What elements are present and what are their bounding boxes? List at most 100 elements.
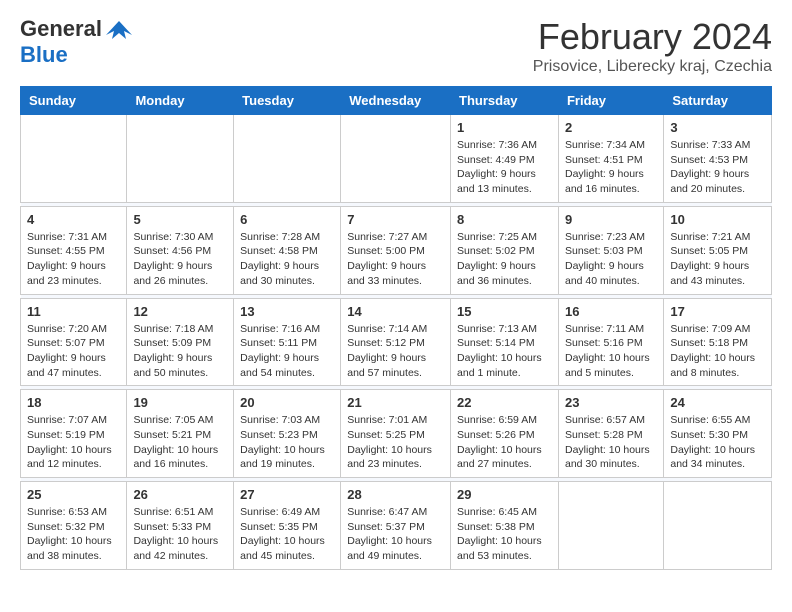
day-number: 23 <box>565 395 657 410</box>
day-number: 27 <box>240 487 334 502</box>
header: General Blue February 2024 Prisovice, Li… <box>20 16 772 76</box>
calendar-cell: 25 Sunrise: 6:53 AM Sunset: 5:32 PM Dayli… <box>21 482 127 570</box>
calendar-cell: 23 Sunrise: 6:57 AM Sunset: 5:28 PM Dayli… <box>558 390 663 478</box>
day-info: Sunrise: 7:30 AM Sunset: 4:56 PM Dayligh… <box>133 230 227 289</box>
logo-text: General <box>20 16 134 42</box>
calendar-cell: 21 Sunrise: 7:01 AM Sunset: 5:25 PM Dayli… <box>341 390 451 478</box>
day-number: 15 <box>457 304 552 319</box>
day-number: 9 <box>565 212 657 227</box>
day-number: 4 <box>27 212 120 227</box>
day-info: Sunrise: 7:20 AM Sunset: 5:07 PM Dayligh… <box>27 322 120 381</box>
calendar-cell <box>127 115 234 203</box>
logo-general-text: General <box>20 16 102 42</box>
day-number: 8 <box>457 212 552 227</box>
calendar-day-header: Tuesday <box>234 87 341 115</box>
day-info: Sunrise: 6:57 AM Sunset: 5:28 PM Dayligh… <box>565 413 657 472</box>
logo: General Blue <box>20 16 134 68</box>
calendar-cell: 13Sunrise: 7:16 AM Sunset: 5:11 PM Dayli… <box>234 298 341 386</box>
day-info: Sunrise: 6:45 AM Sunset: 5:38 PM Dayligh… <box>457 505 552 564</box>
day-number: 21 <box>347 395 444 410</box>
calendar-cell: 16 Sunrise: 7:11 AM Sunset: 5:16 PM Dayli… <box>558 298 663 386</box>
day-number: 1 <box>457 120 552 135</box>
day-info: Sunrise: 7:14 AM Sunset: 5:12 PM Dayligh… <box>347 322 444 381</box>
calendar-cell <box>558 482 663 570</box>
calendar-cell: 4 Sunrise: 7:31 AM Sunset: 4:55 PM Daylig… <box>21 206 127 294</box>
calendar-cell: 18 Sunrise: 7:07 AM Sunset: 5:19 PM Dayli… <box>21 390 127 478</box>
day-number: 14 <box>347 304 444 319</box>
week-row: 1 Sunrise: 7:36 AM Sunset: 4:49 PM Daylig… <box>21 115 772 203</box>
calendar-cell: 28Sunrise: 6:47 AM Sunset: 5:37 PM Dayli… <box>341 482 451 570</box>
day-info: Sunrise: 7:25 AM Sunset: 5:02 PM Dayligh… <box>457 230 552 289</box>
day-info: Sunrise: 7:34 AM Sunset: 4:51 PM Dayligh… <box>565 138 657 197</box>
calendar-cell: 29 Sunrise: 6:45 AM Sunset: 5:38 PM Dayli… <box>451 482 559 570</box>
calendar-day-header: Saturday <box>664 87 772 115</box>
calendar-cell: 17 Sunrise: 7:09 AM Sunset: 5:18 PM Dayli… <box>664 298 772 386</box>
calendar-cell: 14 Sunrise: 7:14 AM Sunset: 5:12 PM Dayli… <box>341 298 451 386</box>
week-row: 11Sunrise: 7:20 AM Sunset: 5:07 PM Dayli… <box>21 298 772 386</box>
day-info: Sunrise: 7:27 AM Sunset: 5:00 PM Dayligh… <box>347 230 444 289</box>
calendar-cell: 11Sunrise: 7:20 AM Sunset: 5:07 PM Dayli… <box>21 298 127 386</box>
logo-icon <box>104 17 134 41</box>
week-row: 25 Sunrise: 6:53 AM Sunset: 5:32 PM Dayli… <box>21 482 772 570</box>
day-number: 16 <box>565 304 657 319</box>
calendar-cell: 27 Sunrise: 6:49 AM Sunset: 5:35 PM Dayli… <box>234 482 341 570</box>
day-number: 29 <box>457 487 552 502</box>
calendar-cell: 2 Sunrise: 7:34 AM Sunset: 4:51 PM Daylig… <box>558 115 663 203</box>
day-number: 3 <box>670 120 765 135</box>
day-number: 12 <box>133 304 227 319</box>
week-row: 18 Sunrise: 7:07 AM Sunset: 5:19 PM Dayli… <box>21 390 772 478</box>
calendar-cell <box>341 115 451 203</box>
calendar-cell: 6 Sunrise: 7:28 AM Sunset: 4:58 PM Daylig… <box>234 206 341 294</box>
day-info: Sunrise: 7:31 AM Sunset: 4:55 PM Dayligh… <box>27 230 120 289</box>
day-info: Sunrise: 7:28 AM Sunset: 4:58 PM Dayligh… <box>240 230 334 289</box>
day-info: Sunrise: 6:55 AM Sunset: 5:30 PM Dayligh… <box>670 413 765 472</box>
day-info: Sunrise: 7:11 AM Sunset: 5:16 PM Dayligh… <box>565 322 657 381</box>
day-info: Sunrise: 7:07 AM Sunset: 5:19 PM Dayligh… <box>27 413 120 472</box>
day-number: 5 <box>133 212 227 227</box>
day-number: 17 <box>670 304 765 319</box>
calendar-header-row: SundayMondayTuesdayWednesdayThursdayFrid… <box>21 87 772 115</box>
day-info: Sunrise: 6:53 AM Sunset: 5:32 PM Dayligh… <box>27 505 120 564</box>
calendar-cell: 5 Sunrise: 7:30 AM Sunset: 4:56 PM Daylig… <box>127 206 234 294</box>
calendar-cell <box>234 115 341 203</box>
day-number: 6 <box>240 212 334 227</box>
logo-blue-text: Blue <box>20 42 68 68</box>
calendar-cell: 26 Sunrise: 6:51 AM Sunset: 5:33 PM Dayli… <box>127 482 234 570</box>
calendar-cell: 8 Sunrise: 7:25 AM Sunset: 5:02 PM Daylig… <box>451 206 559 294</box>
day-number: 10 <box>670 212 765 227</box>
calendar-day-header: Sunday <box>21 87 127 115</box>
calendar-cell: 10 Sunrise: 7:21 AM Sunset: 5:05 PM Dayli… <box>664 206 772 294</box>
calendar-cell: 1 Sunrise: 7:36 AM Sunset: 4:49 PM Daylig… <box>451 115 559 203</box>
month-title: February 2024 <box>533 16 772 58</box>
day-info: Sunrise: 7:05 AM Sunset: 5:21 PM Dayligh… <box>133 413 227 472</box>
title-block: February 2024 Prisovice, Liberecky kraj,… <box>533 16 772 76</box>
day-number: 24 <box>670 395 765 410</box>
day-info: Sunrise: 7:21 AM Sunset: 5:05 PM Dayligh… <box>670 230 765 289</box>
day-number: 2 <box>565 120 657 135</box>
day-info: Sunrise: 6:49 AM Sunset: 5:35 PM Dayligh… <box>240 505 334 564</box>
calendar-cell: 22Sunrise: 6:59 AM Sunset: 5:26 PM Dayli… <box>451 390 559 478</box>
day-info: Sunrise: 7:01 AM Sunset: 5:25 PM Dayligh… <box>347 413 444 472</box>
day-info: Sunrise: 7:18 AM Sunset: 5:09 PM Dayligh… <box>133 322 227 381</box>
day-number: 26 <box>133 487 227 502</box>
calendar-day-header: Wednesday <box>341 87 451 115</box>
day-number: 25 <box>27 487 120 502</box>
day-info: Sunrise: 7:03 AM Sunset: 5:23 PM Dayligh… <box>240 413 334 472</box>
calendar-day-header: Thursday <box>451 87 559 115</box>
day-number: 13 <box>240 304 334 319</box>
calendar-day-header: Monday <box>127 87 234 115</box>
day-number: 19 <box>133 395 227 410</box>
day-number: 18 <box>27 395 120 410</box>
calendar-cell: 24 Sunrise: 6:55 AM Sunset: 5:30 PM Dayli… <box>664 390 772 478</box>
calendar: SundayMondayTuesdayWednesdayThursdayFrid… <box>20 86 772 570</box>
day-info: Sunrise: 6:59 AM Sunset: 5:26 PM Dayligh… <box>457 413 552 472</box>
location: Prisovice, Liberecky kraj, Czechia <box>533 58 772 76</box>
calendar-cell <box>664 482 772 570</box>
day-info: Sunrise: 7:36 AM Sunset: 4:49 PM Dayligh… <box>457 138 552 197</box>
day-info: Sunrise: 7:33 AM Sunset: 4:53 PM Dayligh… <box>670 138 765 197</box>
day-info: Sunrise: 6:51 AM Sunset: 5:33 PM Dayligh… <box>133 505 227 564</box>
day-number: 7 <box>347 212 444 227</box>
calendar-cell: 20Sunrise: 7:03 AM Sunset: 5:23 PM Dayli… <box>234 390 341 478</box>
calendar-cell: 3 Sunrise: 7:33 AM Sunset: 4:53 PM Daylig… <box>664 115 772 203</box>
day-info: Sunrise: 7:09 AM Sunset: 5:18 PM Dayligh… <box>670 322 765 381</box>
